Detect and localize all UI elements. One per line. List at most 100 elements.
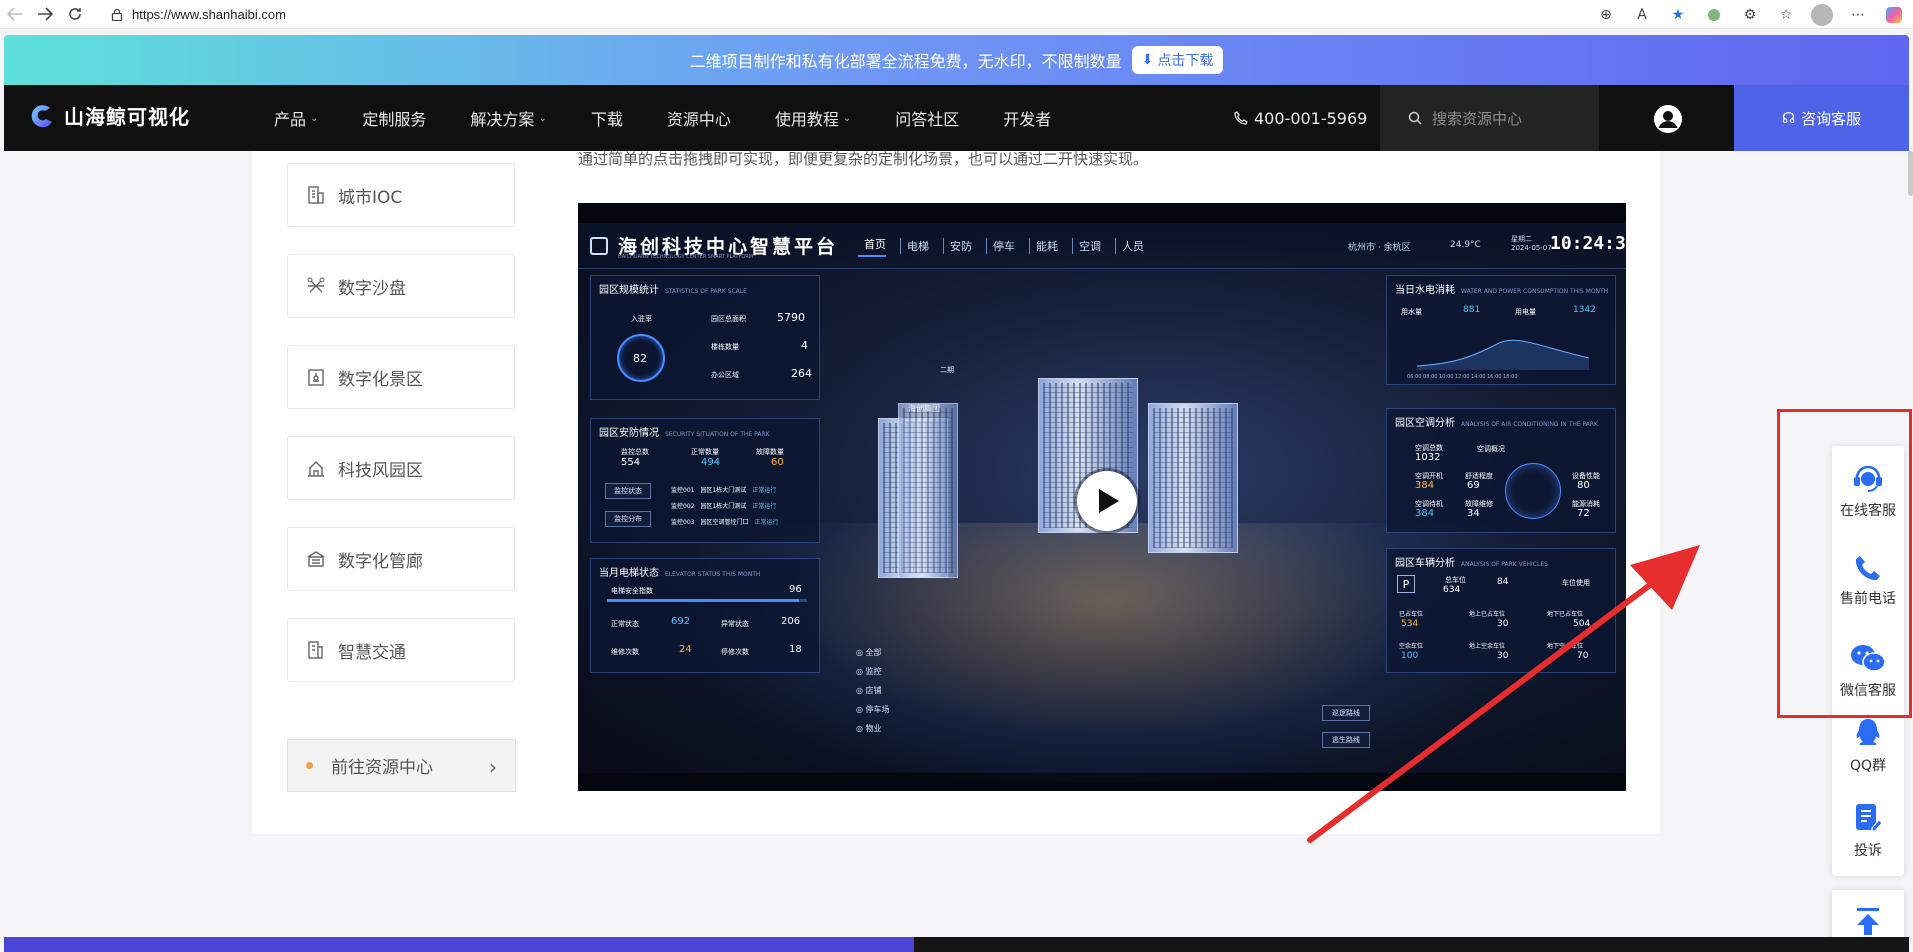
x-tick: 08:00: [1423, 374, 1438, 380]
sidebar-item-label: 智慧交通: [338, 642, 406, 663]
aircon-tag: 空调概况: [1477, 445, 1505, 453]
user-avatar-icon[interactable]: [1654, 105, 1682, 133]
float-label: QQ群: [1849, 758, 1887, 774]
cell: 正常运行: [752, 487, 777, 494]
x-tick: 16:00: [1487, 374, 1502, 380]
play-button[interactable]: [1077, 471, 1137, 531]
profile-avatar[interactable]: [1809, 2, 1835, 28]
chevron-down-icon: ⌄: [538, 112, 547, 124]
scrollbar-thumb[interactable]: [1908, 151, 1913, 196]
complaint-icon: [1856, 804, 1883, 832]
sidebar-item-pipe-gallery[interactable]: 数字化管廊: [287, 527, 515, 591]
sidebar-item-city-ioc[interactable]: 城市IOC: [287, 163, 515, 227]
headset-icon: ☊: [1781, 109, 1796, 127]
video-tab: 安防: [943, 238, 972, 254]
menu-item-download[interactable]: 下载: [591, 106, 623, 130]
panel-title: 当日水电消耗 WATER AND POWER CONSUMPTION THIS M…: [1395, 281, 1608, 296]
security-row: 监控003 园区空调管控门口 正常运行: [671, 517, 779, 526]
video-weekday: 星期二: [1511, 235, 1532, 243]
sidebar-item-tech-park[interactable]: 科技风园区: [287, 436, 515, 500]
cell: 监控002: [671, 503, 695, 510]
panel-subtitle: SECURITY SITUATION OF THE PARK: [665, 431, 770, 438]
security-button: 监控分布: [605, 511, 651, 527]
x-tick: 12:00: [1455, 374, 1470, 380]
highlight-box: [1777, 409, 1912, 718]
row-label: 楼栋数量: [711, 343, 739, 351]
menu-item-community[interactable]: 问答社区: [895, 106, 959, 130]
video-tab: 电梯: [900, 238, 929, 254]
menu-label: 产品: [274, 110, 307, 129]
annotation-arrow: [1307, 545, 1700, 843]
extensions-icon[interactable]: ⚙: [1737, 2, 1763, 28]
menu-label: 资源中心: [666, 110, 731, 129]
download-button-label: 点击下载: [1157, 53, 1214, 69]
power-x-axis: 06:00 08:00 10:00 12:00 14:00 16:00 18:0…: [1407, 374, 1518, 380]
phone-contact[interactable]: 400-001-5969: [1234, 85, 1367, 151]
play-icon: [1099, 489, 1119, 513]
back-arrow-icon[interactable]: [0, 0, 30, 29]
video-temperature: 24.9°C: [1450, 240, 1481, 250]
favorite-star-icon[interactable]: ★: [1665, 2, 1691, 28]
cell: 园区1栋大门测试: [700, 503, 747, 510]
download-icon: ⬇: [1141, 52, 1154, 68]
aircon-value: 384: [1415, 508, 1435, 519]
menu-label: 使用教程: [774, 110, 839, 129]
cell: 正常运行: [752, 503, 777, 510]
x-tick: 18:00: [1503, 374, 1518, 380]
complaint-button[interactable]: 投诉: [1832, 786, 1904, 876]
pipe-gallery-icon: [307, 551, 325, 567]
menu-item-custom-service[interactable]: 定制服务: [362, 106, 426, 130]
zoom-icon[interactable]: ⊕: [1593, 2, 1619, 28]
sidebar-item-sandbox[interactable]: 数字沙盘: [287, 254, 515, 318]
video-date: 星期二 2024-05-07: [1511, 235, 1552, 253]
address-bar[interactable]: https://www.shanhaibi.com: [110, 3, 286, 25]
sidebar-item-traffic[interactable]: 智慧交通: [287, 618, 515, 682]
safety-value: 96: [789, 584, 802, 595]
panel-park-scale: 园区规模统计 STATISTICS OF PARK SCALE 入驻率 82 园区…: [590, 275, 820, 400]
go-to-resources-link[interactable]: 前往资源中心 ›: [287, 739, 516, 792]
sidebar-item-scenic[interactable]: 数字化景区: [287, 345, 515, 409]
menu-item-developer[interactable]: 开发者: [1003, 106, 1051, 130]
stat-value: 554: [621, 457, 641, 468]
panel-title: 当月电梯状态 ELEVATOR STATUS THIS MONTH: [599, 564, 760, 579]
menu-item-tutorials[interactable]: 使用教程 ⌄: [775, 106, 851, 130]
cell: 园区1栋大门测试: [700, 487, 747, 494]
menu-item-product[interactable]: 产品 ⌄: [274, 106, 318, 130]
park-icon: [308, 461, 324, 477]
forward-arrow-icon[interactable]: [30, 0, 60, 29]
copilot-icon[interactable]: [1881, 2, 1907, 28]
safety-bar: [607, 599, 807, 602]
search-input[interactable]: 搜索资源中心: [1380, 85, 1599, 151]
phone-number: 400-001-5969: [1254, 108, 1368, 128]
panel-elevator: 当月电梯状态 ELEVATOR STATUS THIS MONTH 电梯安全指数 …: [590, 558, 820, 673]
consult-label: 咨询客服: [1801, 109, 1862, 128]
panel-title: 园区空调分析 ANALYSIS OF AIR CONDITIONING IN TH…: [1395, 414, 1598, 429]
menu-item-solutions[interactable]: 解决方案 ⌄: [470, 106, 546, 130]
row-value: 264: [791, 367, 812, 380]
row-value: 4: [801, 339, 808, 352]
collections-icon[interactable]: ☆: [1773, 2, 1799, 28]
logo-text: 山海鲸可视化: [64, 105, 190, 129]
extension-green-icon[interactable]: [1701, 2, 1727, 28]
url-text[interactable]: https://www.shanhaibi.com: [132, 7, 286, 22]
rate-label: 入驻率: [631, 315, 652, 323]
elevator-value: 24: [679, 644, 692, 655]
power-chart: [1417, 339, 1589, 370]
video-tab: 停车: [986, 238, 1015, 254]
site-logo[interactable]: 山海鲸可视化: [28, 101, 190, 130]
video-dashboard-header: 海创科技中心智慧平台 首页 电梯 安防 停车 能耗 空调 人员 杭州市 · 余杭…: [578, 223, 1626, 269]
consult-button[interactable]: ☊ 咨询客服: [1734, 85, 1909, 151]
stat-label: 正常数量: [691, 448, 719, 456]
menu-item-resources[interactable]: 资源中心: [667, 106, 731, 130]
reload-icon[interactable]: [60, 0, 90, 29]
panel-subtitle: STATISTICS OF PARK SCALE: [665, 288, 747, 295]
menu-label: 解决方案: [470, 110, 535, 129]
x-tick: 10:00: [1439, 374, 1454, 380]
more-menu-icon[interactable]: ⋯: [1845, 2, 1871, 28]
panel-title-text: 当月电梯状态: [599, 568, 659, 579]
legend-label: 监控: [865, 667, 882, 676]
map-legend: ◎ 全部 ◎ 监控 ◎ 店铺 ◎ 停车场 ◎ 物业: [856, 643, 890, 738]
building-right: [1148, 403, 1238, 553]
download-button[interactable]: ⬇ 点击下载: [1131, 46, 1224, 74]
read-aloud-icon[interactable]: A: [1629, 2, 1655, 28]
